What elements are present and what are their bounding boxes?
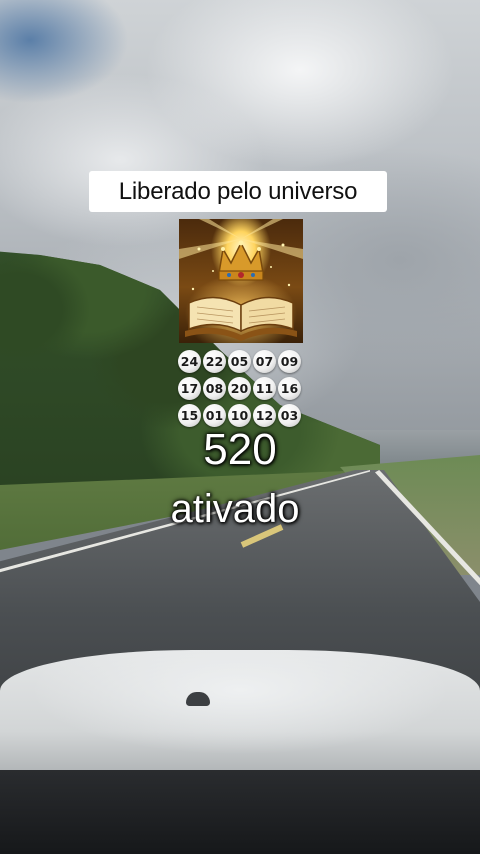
number-ball: 22 (203, 350, 226, 373)
number-ball: 11 (253, 377, 276, 400)
numbers-row: 15 01 10 12 03 (178, 404, 306, 427)
number-ball: 24 (178, 350, 201, 373)
number-ball: 10 (228, 404, 251, 427)
crown-bible-icon (179, 219, 303, 343)
overlay-number: 520 (203, 425, 277, 474)
number-ball: 20 (228, 377, 251, 400)
overlay-word: ativado (170, 487, 300, 531)
number-ball: 15 (178, 404, 201, 427)
number-ball: 09 (278, 350, 301, 373)
number-ball: 17 (178, 377, 201, 400)
number-ball: 08 (203, 377, 226, 400)
caption-text: Liberado pelo universo (118, 177, 358, 205)
number-ball: 03 (278, 404, 301, 427)
number-ball: 12 (253, 404, 276, 427)
caption-box: Liberado pelo universo (89, 171, 387, 212)
numbers-row: 24 22 05 07 09 (178, 350, 306, 373)
number-ball: 01 (203, 404, 226, 427)
hood-nozzle (186, 692, 210, 706)
number-ball: 16 (278, 377, 301, 400)
numbers-row: 17 08 20 11 16 (178, 377, 306, 400)
lottery-numbers: 24 22 05 07 09 17 08 20 11 16 15 01 10 1… (178, 350, 306, 431)
number-ball: 05 (228, 350, 251, 373)
crown-bible-illustration (179, 219, 303, 341)
number-ball: 07 (253, 350, 276, 373)
dashboard-shadow (0, 770, 480, 854)
